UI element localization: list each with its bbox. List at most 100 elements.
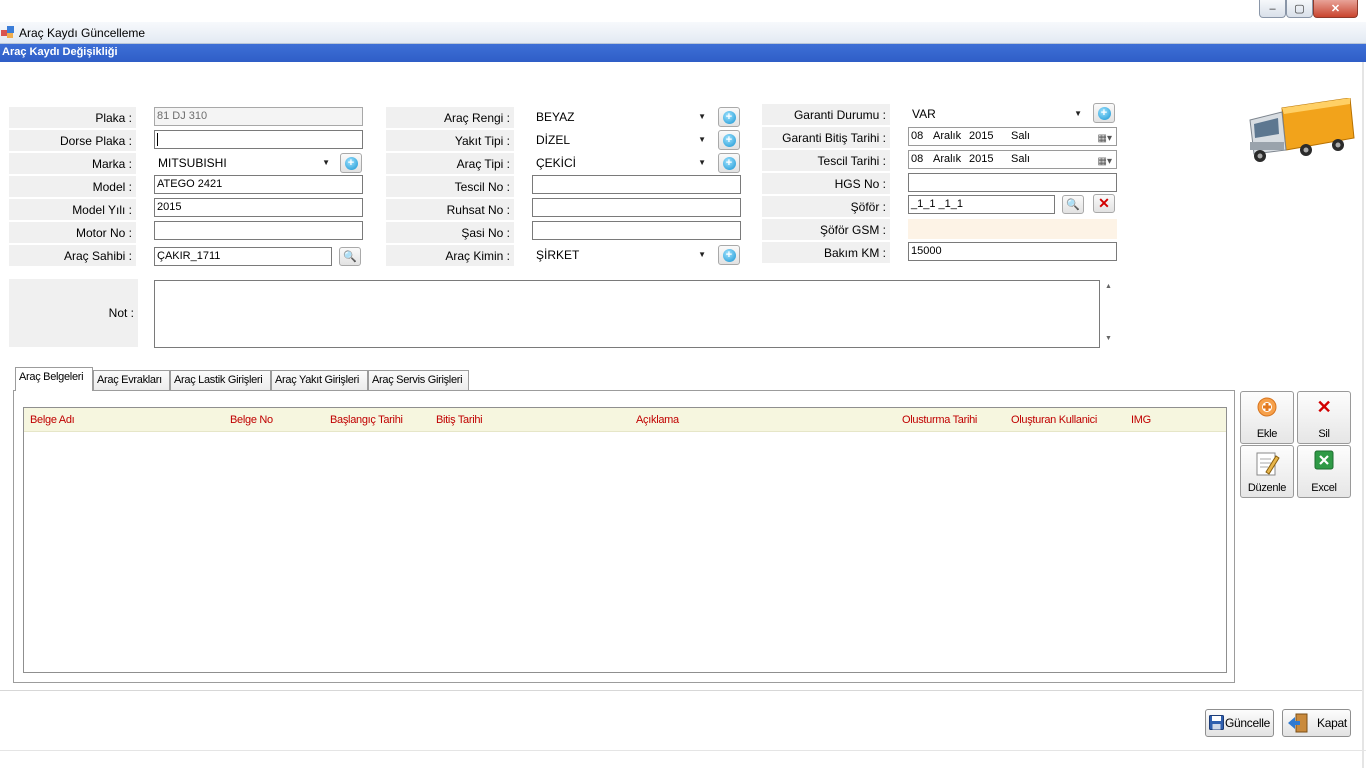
- plus-icon: +: [722, 156, 736, 170]
- chevron-down-icon: ▼: [1074, 109, 1082, 118]
- column-header-belge-adi[interactable]: Belge Adı: [30, 414, 75, 426]
- guncelle-label: Güncelle: [1225, 716, 1270, 730]
- close-icon: ✕: [1330, 3, 1341, 15]
- date-month: Aralık: [933, 153, 962, 165]
- column-header-olusturma-tarihi[interactable]: Olusturma Tarihi: [902, 414, 977, 426]
- dorse-plaka-input[interactable]: [154, 130, 363, 149]
- yakit-tipi-add-button[interactable]: +: [718, 130, 740, 150]
- sofor-label: Şöför :: [762, 196, 890, 217]
- arac-rengi-add-button[interactable]: +: [718, 107, 740, 127]
- tab-arac-servis-girisleri[interactable]: Araç Servis Girişleri: [368, 370, 469, 390]
- sofor-input[interactable]: _1_1 _1_1: [908, 195, 1055, 214]
- not-scrollbar[interactable]: ▲ ▼: [1100, 280, 1117, 348]
- chevron-down-icon: ▼: [322, 158, 330, 167]
- marka-select[interactable]: MITSUBISHI ▼: [154, 153, 334, 173]
- yakit-tipi-select[interactable]: DİZEL ▼: [532, 130, 710, 150]
- app-icon: [1, 26, 14, 38]
- arac-tipi-add-button[interactable]: +: [718, 153, 740, 173]
- arac-sahibi-label: Araç Sahibi :: [9, 245, 136, 266]
- marka-add-button[interactable]: +: [340, 153, 362, 173]
- save-icon: [1209, 715, 1224, 730]
- maximize-button[interactable]: ▢: [1286, 0, 1313, 18]
- sofor-gsm-field: [908, 219, 1117, 239]
- not-textarea[interactable]: [154, 280, 1100, 348]
- sil-button[interactable]: ✕ Sil: [1297, 391, 1351, 444]
- exit-icon: [1288, 713, 1308, 733]
- column-header-aciklama[interactable]: Açıklama: [636, 414, 679, 426]
- text-cursor: [157, 132, 158, 146]
- search-icon: 🔍: [1066, 199, 1080, 211]
- calendar-icon[interactable]: ▦▾: [1098, 153, 1112, 170]
- kapat-label: Kapat: [1317, 716, 1347, 730]
- tab-arac-lastik-girisleri[interactable]: Araç Lastik Girişleri: [170, 370, 271, 390]
- maximize-icon: ▢: [1294, 3, 1305, 15]
- motor-no-label: Motor No :: [9, 222, 136, 243]
- duzenle-button[interactable]: Düzenle: [1240, 445, 1294, 498]
- excel-label: Excel: [1311, 482, 1337, 494]
- marka-value: MITSUBISHI: [158, 156, 227, 170]
- form-banner: Araç Kaydı Değişikliği: [0, 44, 1366, 62]
- column-header-olusturan-kullanici[interactable]: Oluşturan Kullanici: [1011, 414, 1097, 426]
- motor-no-input[interactable]: [154, 221, 363, 240]
- arac-sahibi-input[interactable]: ÇAKIR_1711: [154, 247, 332, 266]
- arac-tipi-value: ÇEKİCİ: [536, 156, 577, 170]
- bakim-km-label: Bakım KM :: [762, 242, 890, 263]
- plaka-label: Plaka :: [9, 107, 136, 128]
- column-header-img[interactable]: IMG: [1131, 414, 1151, 426]
- belgeler-grid[interactable]: [23, 407, 1227, 673]
- ruhsat-no-input[interactable]: [532, 198, 741, 217]
- garanti-durumu-add-button[interactable]: +: [1093, 103, 1115, 123]
- close-button[interactable]: ✕: [1313, 0, 1358, 18]
- bottom-border: [0, 750, 1366, 751]
- minimize-button[interactable]: –: [1259, 0, 1286, 18]
- yakit-tipi-label: Yakıt Tipi :: [386, 130, 514, 151]
- tescil-no-input[interactable]: [532, 175, 741, 194]
- excel-icon: [1298, 450, 1350, 475]
- column-header-baslangic-tarihi[interactable]: Başlangıç Tarihi: [330, 414, 403, 426]
- excel-button[interactable]: Excel: [1297, 445, 1351, 498]
- title-bar: Araç Kaydı Güncelleme: [0, 22, 1366, 44]
- sasi-no-input[interactable]: [532, 221, 741, 240]
- scroll-down-icon[interactable]: ▼: [1105, 335, 1112, 342]
- hgs-no-input[interactable]: [908, 173, 1117, 192]
- search-icon: 🔍: [343, 251, 357, 263]
- add-icon: [1241, 396, 1293, 423]
- date-weekday: Salı: [1011, 130, 1030, 142]
- bakim-km-input[interactable]: 15000: [908, 242, 1117, 261]
- column-header-bitis-tarihi[interactable]: Bitiş Tarihi: [436, 414, 483, 426]
- arac-kimin-select[interactable]: ŞİRKET ▼: [532, 245, 710, 265]
- column-header-belge-no[interactable]: Belge No: [230, 414, 273, 426]
- arac-rengi-select[interactable]: BEYAZ ▼: [532, 107, 710, 127]
- plaka-input[interactable]: 81 DJ 310: [154, 107, 363, 126]
- garanti-durumu-value: VAR: [912, 107, 936, 121]
- sofor-search-button[interactable]: 🔍: [1062, 195, 1084, 214]
- kapat-button[interactable]: Kapat: [1282, 709, 1351, 737]
- scroll-up-icon[interactable]: ▲: [1105, 283, 1112, 290]
- arac-kimin-add-button[interactable]: +: [718, 245, 740, 265]
- date-day: 08: [911, 153, 924, 165]
- chevron-down-icon: ▼: [698, 112, 706, 121]
- date-day: 08: [911, 130, 924, 142]
- yakit-tipi-value: DİZEL: [536, 133, 571, 147]
- arac-sahibi-search-button[interactable]: 🔍: [339, 247, 361, 266]
- model-label: Model :: [9, 176, 136, 197]
- tab-arac-yakit-girisleri[interactable]: Araç Yakıt Girişleri: [271, 370, 368, 390]
- tab-arac-belgeleri[interactable]: Araç Belgeleri: [15, 367, 93, 391]
- model-input[interactable]: ATEGO 2421: [154, 175, 363, 194]
- guncelle-button[interactable]: Güncelle: [1205, 709, 1274, 737]
- window-title: Araç Kaydı Güncelleme: [19, 26, 146, 40]
- model-yili-input[interactable]: 2015: [154, 198, 363, 217]
- arac-tipi-select[interactable]: ÇEKİCİ ▼: [532, 153, 710, 173]
- calendar-icon[interactable]: ▦▾: [1098, 130, 1112, 147]
- ekle-label: Ekle: [1256, 428, 1278, 440]
- minimize-icon: –: [1269, 2, 1276, 15]
- tab-arac-evraklari[interactable]: Araç Evrakları: [93, 370, 170, 390]
- plus-icon: +: [1097, 106, 1111, 120]
- sofor-clear-button[interactable]: ✕: [1093, 194, 1115, 213]
- duzenle-label: Düzenle: [1247, 482, 1287, 494]
- sofor-gsm-label: Şöför GSM :: [762, 219, 890, 240]
- ekle-button[interactable]: Ekle: [1240, 391, 1294, 444]
- garanti-durumu-select[interactable]: VAR ▼: [908, 104, 1086, 124]
- garanti-bitis-date-picker[interactable]: 08 Aralık 2015 Salı ▦▾: [908, 127, 1117, 146]
- tescil-tarihi-date-picker[interactable]: 08 Aralık 2015 Salı ▦▾: [908, 150, 1117, 169]
